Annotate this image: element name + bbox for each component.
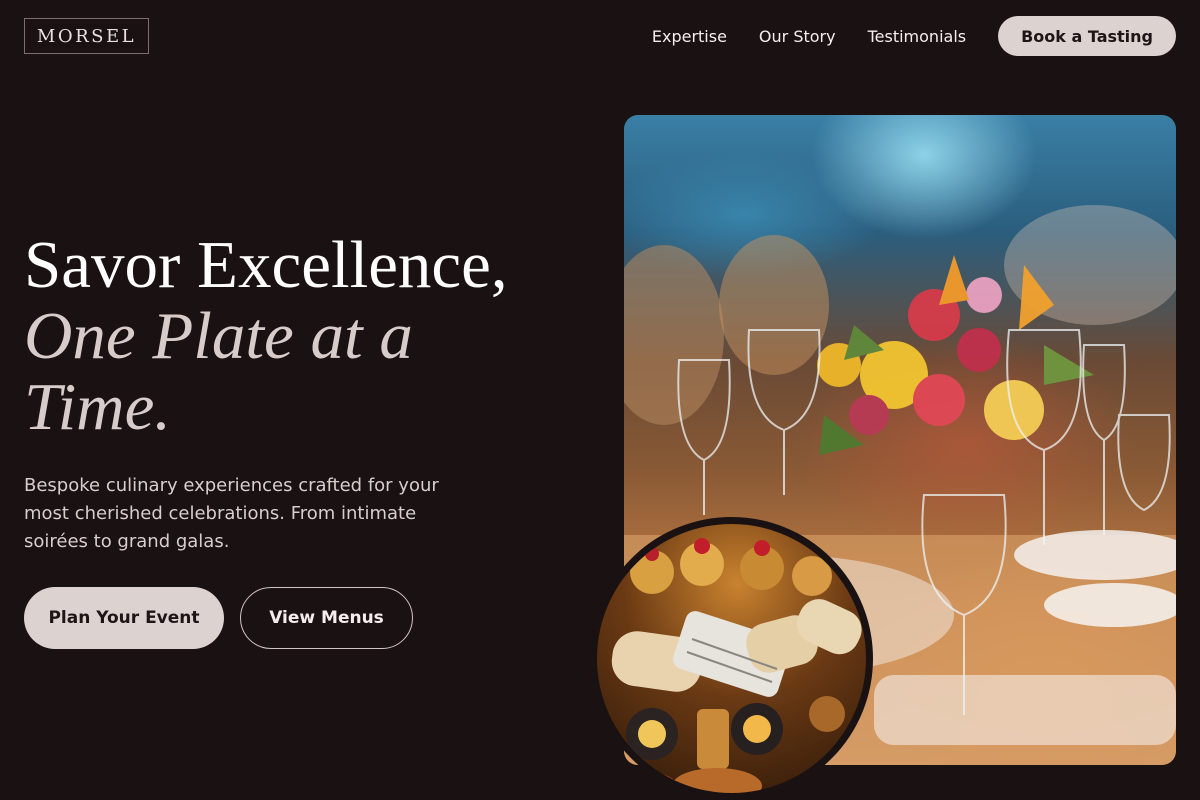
hero-title-line1: Savor Excellence, <box>24 228 508 302</box>
view-menus-button[interactable]: View Menus <box>240 587 413 649</box>
nav-link-our-story[interactable]: Our Story <box>759 27 836 46</box>
hero-title: Savor Excellence, One Plate at a Time. <box>24 230 584 443</box>
landing-page: MORSEL Expertise Our Story Testimonials … <box>0 0 1200 800</box>
book-tasting-button[interactable]: Book a Tasting <box>998 16 1176 56</box>
canapes-photo-illustration <box>611 538 862 793</box>
hero-description: Bespoke culinary experiences crafted for… <box>24 475 439 552</box>
nav-link-testimonials[interactable]: Testimonials <box>868 27 967 46</box>
main-nav: Expertise Our Story Testimonials Book a … <box>652 16 1176 56</box>
plan-event-button[interactable]: Plan Your Event <box>24 587 224 649</box>
canapes-photo <box>590 517 873 800</box>
hero-title-line2: One Plate at a Time. <box>24 299 413 444</box>
nav-link-expertise[interactable]: Expertise <box>652 27 727 46</box>
logo[interactable]: MORSEL <box>24 18 149 54</box>
